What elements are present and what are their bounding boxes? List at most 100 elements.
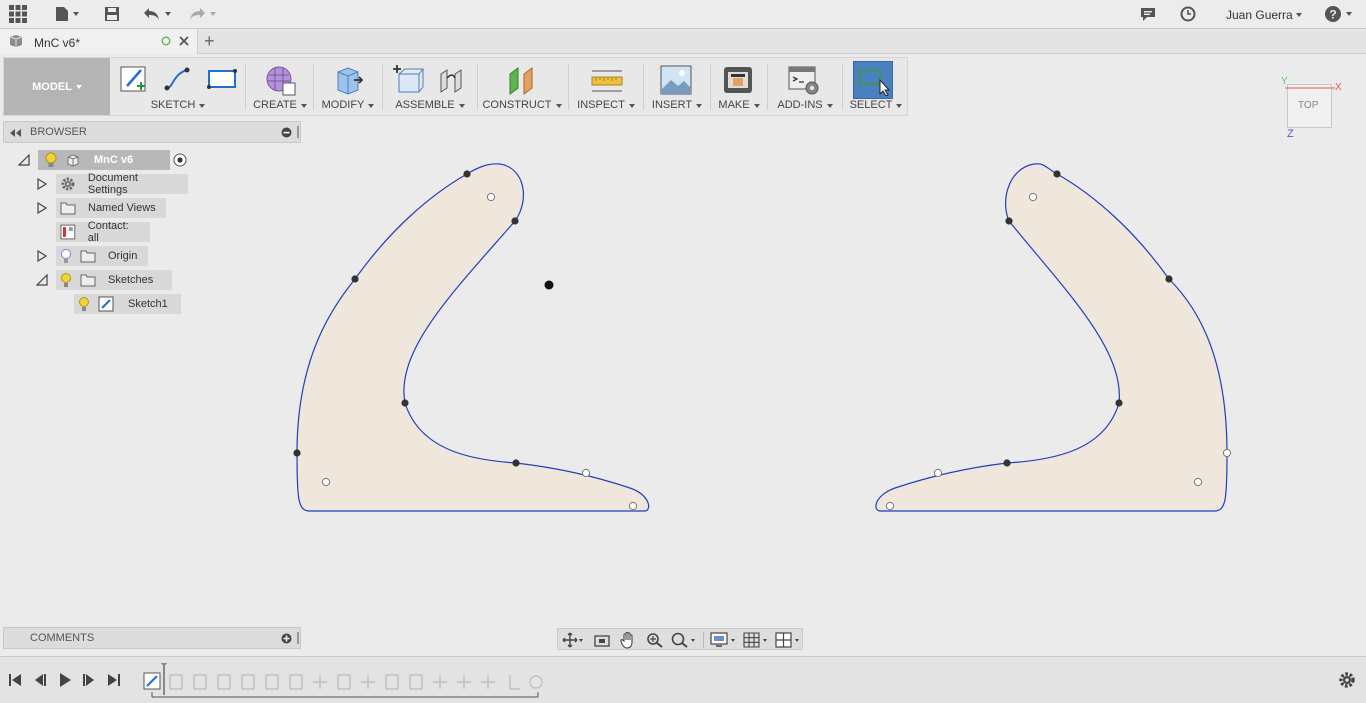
user-menu[interactable]: Juan Guerra xyxy=(1226,8,1293,22)
timeline-marker xyxy=(160,663,168,695)
joint-icon[interactable] xyxy=(435,64,467,96)
svg-text:?: ? xyxy=(1329,8,1336,22)
make-group[interactable]: MAKE xyxy=(712,58,766,115)
browser-item-contact[interactable]: Contact: all xyxy=(56,220,150,244)
create-group[interactable]: CREATE xyxy=(248,58,312,115)
help-button[interactable]: ? xyxy=(1324,4,1352,24)
timeline-track[interactable] xyxy=(140,663,550,701)
browser-item-document-settings[interactable]: Document Settings xyxy=(37,172,188,196)
canvas-viewport[interactable] xyxy=(0,55,1366,655)
insert-group[interactable]: INSERT xyxy=(646,58,708,115)
press-pull-icon[interactable] xyxy=(332,64,364,96)
browser-item-named-views[interactable]: Named Views xyxy=(37,198,166,218)
browser-item-label: Contact: all xyxy=(87,220,129,244)
inspect-menu[interactable]: INSPECT xyxy=(571,99,641,111)
timeline-settings-gear-icon[interactable] xyxy=(1338,671,1356,689)
assemble-menu[interactable]: ASSEMBLE xyxy=(385,99,475,111)
pan-hand-icon[interactable] xyxy=(620,631,636,649)
add-comment-icon[interactable] xyxy=(281,633,292,644)
folder-icon xyxy=(80,250,96,263)
visibility-bulb-off-icon[interactable] xyxy=(60,248,72,264)
orbit-icon[interactable] xyxy=(562,632,584,648)
workspace-switcher[interactable]: MODEL xyxy=(4,58,110,115)
browser-item-label: Document Settings xyxy=(87,172,138,196)
go-to-end-icon[interactable] xyxy=(107,673,121,687)
sketch-menu[interactable]: SKETCH xyxy=(112,99,244,111)
chevron-down-icon xyxy=(1296,13,1302,17)
step-forward-icon[interactable] xyxy=(82,673,96,687)
center-point[interactable] xyxy=(544,280,554,290)
grid-settings-icon[interactable] xyxy=(743,632,771,648)
panel-resize-handle[interactable] xyxy=(297,126,299,138)
select-group[interactable]: SELECT xyxy=(845,58,907,115)
insert-image-icon[interactable] xyxy=(660,64,692,96)
undo-button[interactable] xyxy=(143,4,171,24)
panel-resize-handle[interactable] xyxy=(297,632,299,644)
look-at-icon[interactable] xyxy=(594,632,610,648)
zoom-icon[interactable] xyxy=(646,632,664,648)
viewcube[interactable]: TOP xyxy=(1287,84,1332,128)
job-status-button[interactable] xyxy=(1180,4,1196,24)
close-icon[interactable] xyxy=(179,36,189,46)
component-icon xyxy=(67,154,79,167)
add-ins-group[interactable]: ADD-INS xyxy=(770,58,840,115)
create-menu[interactable]: CREATE xyxy=(248,99,312,111)
visibility-bulb-icon[interactable] xyxy=(44,152,58,168)
browser-panel-header[interactable]: BROWSER xyxy=(3,121,301,143)
file-icon xyxy=(56,7,68,21)
browser-item-origin[interactable]: Origin xyxy=(37,246,148,266)
right-profile[interactable] xyxy=(875,163,1228,512)
scripts-icon[interactable] xyxy=(788,64,820,96)
add-ins-menu[interactable]: ADD-INS xyxy=(770,99,840,111)
go-to-start-icon[interactable] xyxy=(8,673,22,687)
minimize-icon[interactable] xyxy=(281,127,292,138)
collapsed-icon[interactable] xyxy=(37,178,47,190)
visibility-bulb-icon[interactable] xyxy=(60,272,72,288)
sketch-canvas[interactable] xyxy=(0,55,1366,655)
line-tool-icon[interactable] xyxy=(163,64,193,94)
rectangle-tool-icon[interactable] xyxy=(207,64,237,94)
notifications-button[interactable] xyxy=(1140,4,1156,24)
make-menu[interactable]: MAKE xyxy=(712,99,766,111)
browser-item-sketches[interactable]: Sketches xyxy=(36,270,172,290)
create-form-icon[interactable] xyxy=(264,64,296,96)
axis-x-line xyxy=(1285,87,1335,89)
browser-item-sketch1[interactable]: Sketch1 xyxy=(74,294,181,314)
new-component-icon[interactable] xyxy=(393,64,425,96)
apps-grid-icon[interactable] xyxy=(9,4,27,24)
collapsed-icon[interactable] xyxy=(37,250,47,262)
activate-radio-icon[interactable] xyxy=(173,153,187,167)
new-tab-button[interactable]: + xyxy=(204,31,215,52)
3d-print-icon[interactable] xyxy=(722,64,754,96)
expanded-icon[interactable] xyxy=(18,154,30,166)
expanded-icon[interactable] xyxy=(36,274,48,286)
measure-icon[interactable] xyxy=(591,64,623,96)
document-tab[interactable]: MnC v6* xyxy=(0,29,198,54)
inspect-group[interactable]: INSPECT xyxy=(571,58,641,115)
modify-group[interactable]: MODIFY xyxy=(316,58,380,115)
collapsed-icon[interactable] xyxy=(37,202,47,214)
browser-root-item[interactable]: MnC v6 xyxy=(18,150,187,170)
file-menu-button[interactable] xyxy=(55,4,79,24)
comments-panel-header[interactable]: COMMENTS xyxy=(3,627,301,649)
create-sketch-icon[interactable] xyxy=(119,64,149,94)
visibility-bulb-icon[interactable] xyxy=(78,296,90,312)
left-profile[interactable] xyxy=(296,163,650,512)
save-button[interactable] xyxy=(104,4,120,24)
construct-menu[interactable]: CONSTRUCT xyxy=(480,99,564,111)
play-icon[interactable] xyxy=(58,672,72,688)
modify-menu[interactable]: MODIFY xyxy=(316,99,380,111)
assemble-group[interactable]: ASSEMBLE xyxy=(385,58,475,115)
collapse-browser-icon[interactable] xyxy=(9,129,21,137)
sketch-group[interactable]: SKETCH xyxy=(112,58,244,115)
step-back-icon[interactable] xyxy=(33,673,47,687)
insert-menu[interactable]: INSERT xyxy=(646,99,708,111)
construct-group[interactable]: CONSTRUCT xyxy=(480,58,564,115)
offset-plane-icon[interactable] xyxy=(506,64,538,96)
display-settings-icon[interactable] xyxy=(710,632,738,648)
select-tool-button[interactable] xyxy=(853,61,893,99)
redo-button[interactable] xyxy=(188,4,216,24)
viewports-icon[interactable] xyxy=(775,632,803,648)
select-menu[interactable]: SELECT xyxy=(845,99,907,111)
zoom-window-icon[interactable] xyxy=(670,632,696,648)
